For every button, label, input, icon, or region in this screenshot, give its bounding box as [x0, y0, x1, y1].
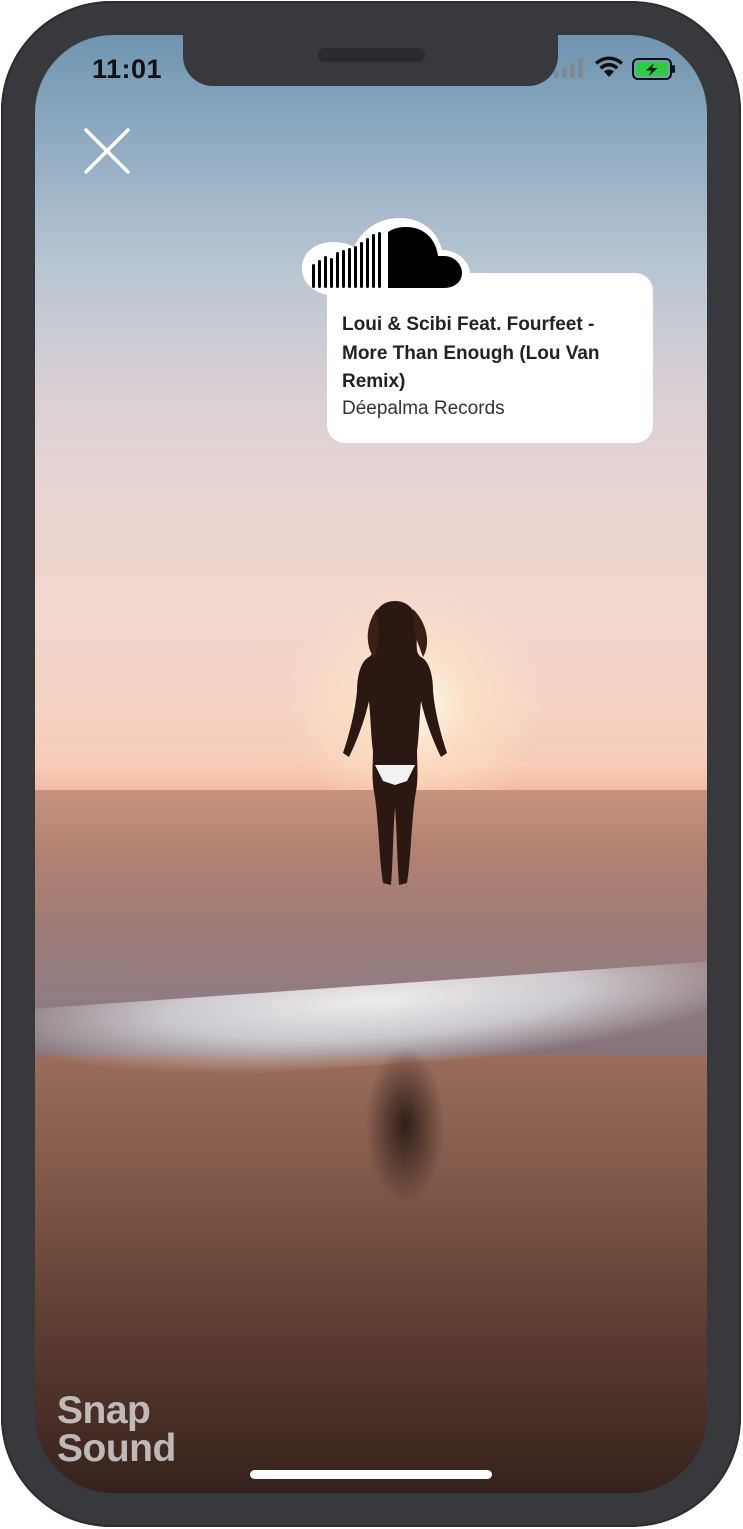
- close-button[interactable]: [82, 126, 132, 176]
- track-title: Loui & Scibi Feat. Fourfeet - More Than …: [342, 314, 600, 392]
- snapsound-watermark: Snap Sound: [57, 1389, 176, 1470]
- watermark-line-1: Snap: [57, 1389, 151, 1432]
- battery-charging-icon: [632, 58, 675, 80]
- record-label: Déepalma Records: [342, 398, 505, 419]
- home-indicator[interactable]: [250, 1470, 492, 1479]
- speaker-grille: [318, 48, 425, 62]
- watermark-line-2: Sound: [57, 1427, 176, 1470]
- person-reflection: [365, 1045, 445, 1205]
- soundcloud-icon: [302, 218, 470, 296]
- status-time: 11:01: [92, 54, 163, 84]
- cellular-signal-icon: [554, 58, 583, 78]
- person-silhouette: [343, 601, 447, 885]
- wifi-icon: [595, 56, 623, 77]
